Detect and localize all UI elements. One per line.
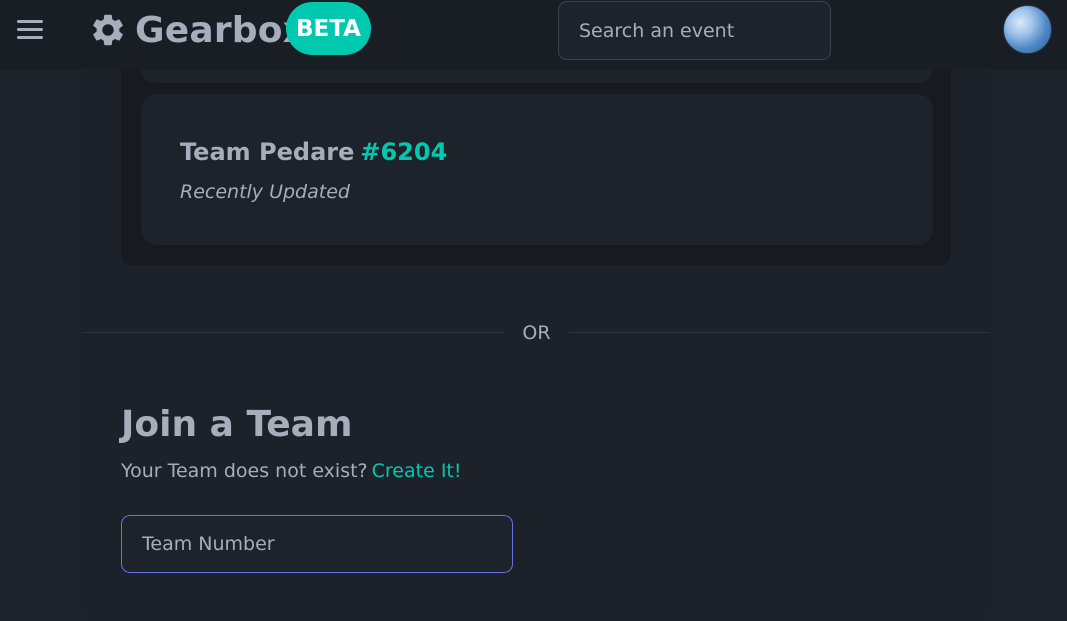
join-team-prompt-text: Your Team does not exist? xyxy=(121,460,368,482)
join-team-prompt: Your Team does not exist? Create It! xyxy=(121,460,461,482)
divider-or: OR xyxy=(522,322,551,344)
brand-title: Gearbox xyxy=(135,9,307,51)
team-name: Team Pedare #6204 xyxy=(180,138,447,166)
hamburger-icon[interactable] xyxy=(16,18,44,42)
user-avatar[interactable] xyxy=(1003,5,1052,54)
divider-line-left xyxy=(82,332,504,333)
join-team-heading: Join a Team xyxy=(121,404,353,445)
brand-logo[interactable]: Gearbox xyxy=(89,6,306,54)
gear-icon xyxy=(93,14,123,46)
team-card[interactable]: Team Pedare #6204 Recently Updated xyxy=(141,94,933,245)
team-number-input[interactable] xyxy=(121,515,513,573)
search-input[interactable] xyxy=(558,1,831,60)
team-status: Recently Updated xyxy=(180,181,350,203)
team-card-previous[interactable] xyxy=(141,69,933,83)
beta-badge: BETA xyxy=(286,2,371,55)
team-number: #6204 xyxy=(360,138,448,166)
divider-line-right xyxy=(569,332,990,333)
top-navbar: Gearbox BETA xyxy=(0,0,1067,69)
create-team-link[interactable]: Create It! xyxy=(372,460,462,482)
team-name-label: Team Pedare xyxy=(180,138,355,166)
